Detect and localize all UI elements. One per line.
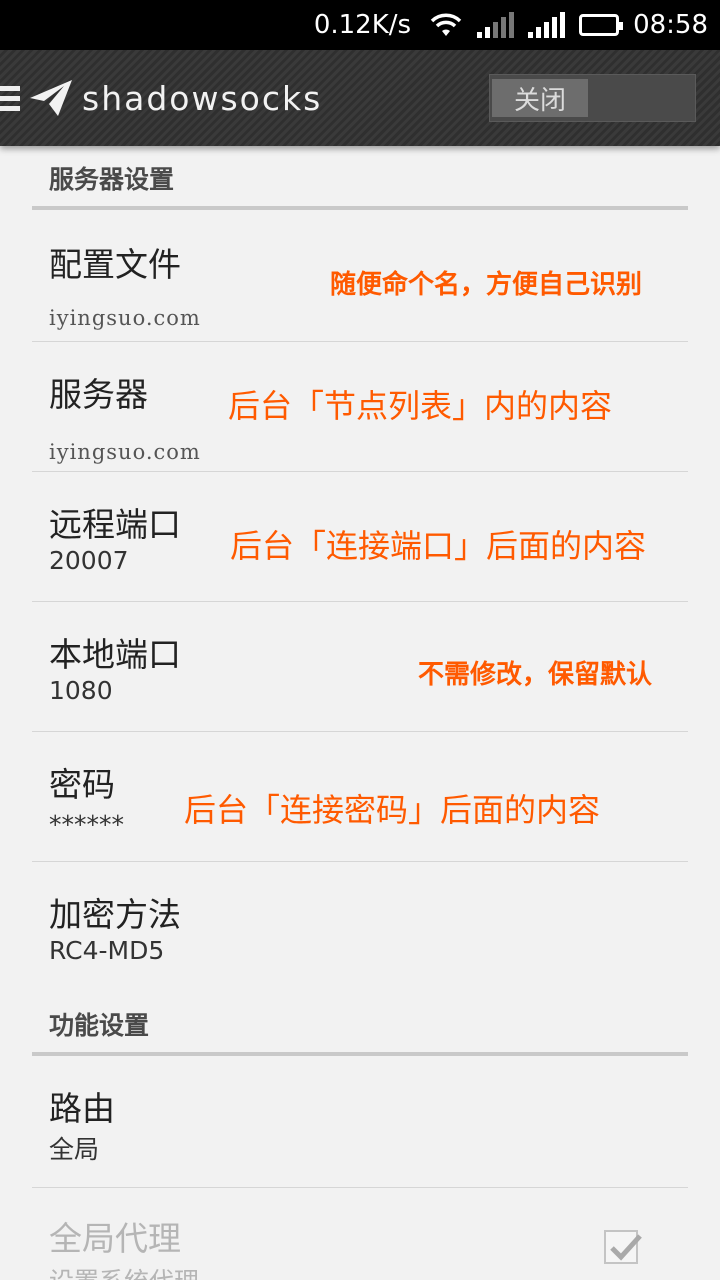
pref-title: 本地端口 [49,635,181,674]
pref-encryption[interactable]: 加密方法 RC4-MD5 [32,862,688,1006]
pref-title: 配置文件 [49,245,181,284]
pref-summary: 全局 [49,1135,100,1164]
pref-summary: ****** [49,810,124,839]
annotation-note: 后台「节点列表」内的内容 [228,387,613,425]
action-bar: shadowsocks 关闭 [0,50,720,146]
service-toggle[interactable]: 关闭 [489,74,696,122]
annotation-note: 后台「连接端口」后面的内容 [230,527,647,565]
pref-route[interactable]: 路由 全局 [32,1056,688,1188]
pref-summary: iyingsuo.com [49,440,201,464]
paper-plane-icon [30,80,72,116]
pref-summary: 1080 [49,676,113,705]
section-header-label: 服务器设置 [49,165,175,194]
pref-title: 远程端口 [49,505,181,544]
wifi-icon [430,13,462,36]
pref-summary: iyingsuo.com [49,306,201,330]
clock: 08:58 [633,10,708,40]
section-header-server: 服务器设置 [32,160,688,210]
pref-summary: 20007 [49,546,129,575]
app-title: shadowsocks [82,78,323,118]
status-bar: 0.12K/s 08:58 [0,0,720,50]
signal-icon [528,12,566,38]
global-proxy-checkbox[interactable] [604,1230,642,1264]
menu-icon[interactable] [0,85,22,111]
annotation-note: 后台「连接密码」后面的内容 [184,791,601,829]
pref-title: 加密方法 [49,895,181,934]
toggle-label: 关闭 [492,79,588,117]
signal-icon [477,12,515,38]
pref-summary: 设置系统代理 [49,1262,199,1280]
pref-title: 密码 [49,765,115,804]
pref-title: 全局代理 [49,1219,181,1258]
battery-icon [579,14,624,36]
annotation-note: 不需修改，保留默认 [418,660,653,690]
pref-title: 路由 [49,1089,115,1128]
pref-title: 服务器 [49,375,148,414]
pref-summary: RC4-MD5 [49,936,165,965]
pref-global-proxy[interactable]: 全局代理 设置系统代理 [32,1188,688,1280]
annotation-note: 随便命个名，方便自己识别 [330,270,643,300]
network-speed: 0.12K/s [313,10,412,40]
section-header-label: 功能设置 [49,1011,150,1040]
check-icon [610,1234,642,1261]
section-header-features: 功能设置 [32,1006,688,1056]
